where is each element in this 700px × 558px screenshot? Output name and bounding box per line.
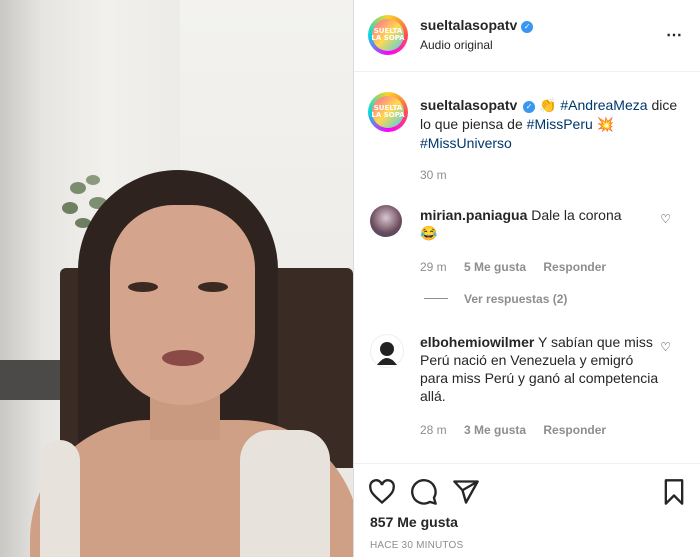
likes-count[interactable]: 857 Me gusta [370,514,458,530]
posted-time: HACE 30 MINUTOS [370,540,464,551]
commenter-avatar[interactable] [370,205,402,237]
comment-likes-count[interactable]: 3 Me gusta [464,423,526,437]
comment-like-heart-icon[interactable]: ♡ [660,212,671,226]
explosion-emoji-icon: 💥 [596,116,615,132]
account-avatar[interactable]: SUELTA LA SOPA [368,15,408,55]
caption-avatar[interactable]: SUELTA LA SOPA [368,92,408,132]
comment-like-heart-icon[interactable]: ♡ [660,340,671,354]
instagram-post-view: SUELTA LA SOPA sueltalasopatv ✓ Audio ori… [0,0,700,558]
share-icon[interactable] [452,478,480,506]
laughing-emoji-icon: 😂 [420,225,438,241]
verified-badge-icon: ✓ [523,101,536,113]
verified-badge-icon: ✓ [521,21,534,33]
comment: mirian.paniagua Dale la corona 😂 [420,207,622,241]
reply-button[interactable]: Responder [543,423,606,437]
post-side-panel: SUELTA LA SOPA sueltalasopatv ✓ Audio ori… [353,0,700,558]
bookmark-icon[interactable] [660,478,688,506]
comment-likes-count[interactable]: 5 Me gusta [464,260,526,274]
hashtag-andreameza[interactable]: #AndreaMeza [560,97,647,113]
audio-label[interactable]: Audio original [420,38,493,52]
post-video[interactable] [0,0,353,557]
post-actions-bar: 857 Me gusta HACE 30 MINUTOS [354,463,700,558]
comment: elbohemiowilmer Y sabían que miss Perú n… [420,334,659,404]
comment-icon[interactable] [410,478,438,506]
reply-button[interactable]: Responder [543,260,606,274]
view-replies-button[interactable]: Ver respuestas (2) [464,292,567,306]
person-face [110,205,255,405]
post-header: SUELTA LA SOPA sueltalasopatv ✓ Audio ori… [354,0,700,72]
caption-time: 30 m [420,168,447,182]
clap-emoji-icon: 👏 [539,97,557,113]
account-username[interactable]: sueltalasopatv [420,17,517,33]
more-options-icon[interactable]: ⋯ [666,25,683,45]
post-caption: sueltalasopatv ✓ 👏 #AndreaMeza dice lo q… [420,97,678,151]
hashtag-missuniverso[interactable]: #MissUniverso [420,135,512,151]
heart-icon[interactable] [368,478,396,506]
hashtag-missperu[interactable]: #MissPeru [527,116,593,132]
commenter-avatar[interactable] [370,334,404,368]
